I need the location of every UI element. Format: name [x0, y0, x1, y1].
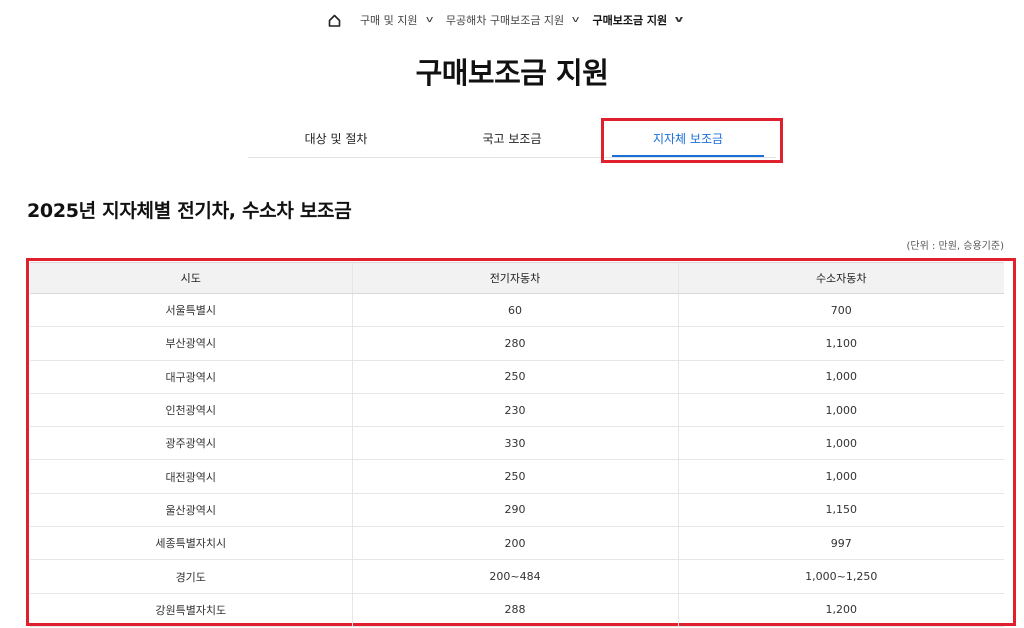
table-row: 광주광역시 330 1,000: [30, 426, 1004, 461]
hydrogen-subsidy-cell: 1,200: [677, 593, 1004, 627]
home-icon[interactable]: [328, 13, 342, 27]
region-cell: 부산광역시: [30, 326, 352, 361]
region-cell: 대전광역시: [30, 459, 352, 494]
breadcrumb-label: 무공해차 구매보조금 지원: [445, 14, 565, 27]
region-cell: 경기도: [30, 559, 352, 594]
subsidy-table: 시도 전기자동차 수소자동차 서울특별시 60 700 부산광역시 280 1,…: [30, 262, 1004, 627]
page-title: 구매보조금 지원: [415, 56, 609, 90]
table-row: 경기도 200~484 1,000~1,250: [30, 559, 1004, 594]
hydrogen-subsidy-cell: 1,100: [677, 326, 1004, 361]
ev-subsidy-cell: 200: [351, 526, 678, 561]
table-row: 강원특별자치도 288 1,200: [30, 593, 1004, 627]
unit-note: (단위 : 만원, 승용기준): [906, 241, 1005, 252]
breadcrumb-label: 구매보조금 지원: [592, 14, 668, 27]
ev-subsidy-cell: 230: [351, 393, 678, 428]
breadcrumb-item-purchase-support[interactable]: 구매 및 지원 v: [359, 12, 433, 28]
hydrogen-subsidy-cell: 1,000: [677, 360, 1004, 394]
breadcrumb-item-zero-emission-subsidy[interactable]: 무공해차 구매보조금 지원 v: [445, 12, 580, 28]
region-cell: 서울특별시: [30, 293, 352, 328]
section-title: 2025년 지자체별 전기차, 수소차 보조금: [27, 200, 352, 222]
ev-subsidy-cell: 250: [351, 459, 678, 494]
ev-subsidy-cell: 288: [351, 593, 678, 627]
table-row: 대구광역시 250 1,000: [30, 360, 1004, 394]
table-row: 세종특별자치시 200 997: [30, 526, 1004, 561]
ev-subsidy-cell: 330: [351, 426, 678, 461]
region-cell: 인천광역시: [30, 393, 352, 428]
hydrogen-subsidy-cell: 1,000: [677, 393, 1004, 428]
column-header-hydrogen: 수소자동차: [677, 262, 1004, 294]
tab-national-subsidy[interactable]: 국고 보조금: [424, 118, 600, 158]
hydrogen-subsidy-cell: 1,000~1,250: [677, 559, 1004, 594]
chevron-down-icon[interactable]: v: [675, 15, 683, 25]
table-row: 서울특별시 60 700: [30, 293, 1004, 328]
hydrogen-subsidy-cell: 1,000: [677, 459, 1004, 494]
ev-subsidy-cell: 280: [351, 326, 678, 361]
hydrogen-subsidy-cell: 997: [677, 526, 1004, 561]
breadcrumb: 구매 및 지원 v 무공해차 구매보조금 지원 v 구매보조금 지원 v: [0, 8, 1024, 32]
chevron-down-icon[interactable]: v: [425, 15, 432, 25]
ev-subsidy-cell: 60: [351, 293, 678, 328]
table-row: 울산광역시 290 1,150: [30, 493, 1004, 528]
column-header-ev: 전기자동차: [351, 262, 678, 294]
hydrogen-subsidy-cell: 1,000: [677, 426, 1004, 461]
table-row: 대전광역시 250 1,000: [30, 459, 1004, 494]
table-row: 부산광역시 280 1,100: [30, 326, 1004, 361]
table-header-row: 시도 전기자동차 수소자동차: [30, 262, 1004, 294]
region-cell: 울산광역시: [30, 493, 352, 528]
ev-subsidy-cell: 200~484: [351, 559, 678, 594]
ev-subsidy-cell: 290: [351, 493, 678, 528]
breadcrumb-item-purchase-subsidy[interactable]: 구매보조금 지원 v: [592, 12, 684, 28]
chevron-down-icon[interactable]: v: [572, 15, 579, 25]
breadcrumb-label: 구매 및 지원: [359, 14, 418, 27]
tab-eligibility-procedure[interactable]: 대상 및 절차: [248, 118, 424, 158]
region-cell: 세종특별자치시: [30, 526, 352, 561]
column-header-region: 시도: [30, 262, 352, 294]
ev-subsidy-cell: 250: [351, 360, 678, 394]
tab-local-subsidy[interactable]: 지자체 보조금: [600, 118, 776, 158]
hydrogen-subsidy-cell: 700: [677, 293, 1004, 328]
region-cell: 광주광역시: [30, 426, 352, 461]
hydrogen-subsidy-cell: 1,150: [677, 493, 1004, 528]
tab-bar: 대상 및 절차 국고 보조금 지자체 보조금: [248, 118, 776, 158]
region-cell: 대구광역시: [30, 360, 352, 394]
table-row: 인천광역시 230 1,000: [30, 393, 1004, 428]
region-cell: 강원특별자치도: [30, 593, 352, 627]
